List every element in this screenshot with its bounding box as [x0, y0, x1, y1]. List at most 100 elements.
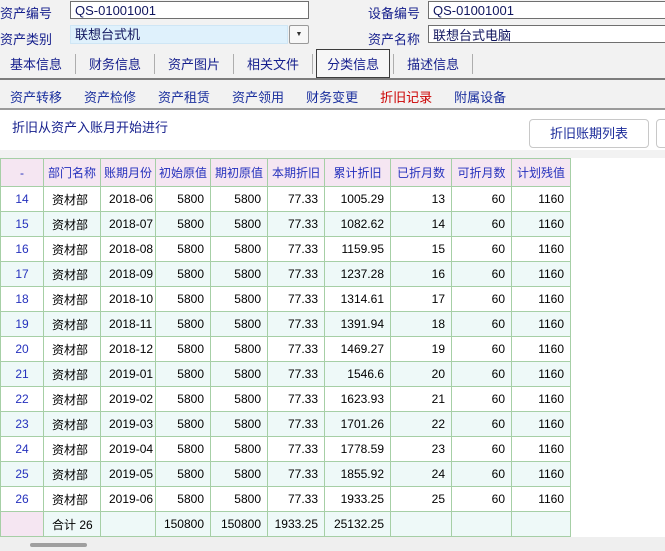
table-cell[interactable]: 77.33 — [268, 212, 325, 237]
table-cell[interactable]: 2018-10 — [101, 287, 156, 312]
table-cell[interactable]: 77.33 — [268, 412, 325, 437]
table-cell[interactable]: 60 — [452, 187, 512, 212]
tab-basic-info[interactable]: 基本信息 — [0, 50, 72, 77]
table-cell[interactable]: 18 — [1, 287, 44, 312]
table-cell[interactable]: 1159.95 — [325, 237, 391, 262]
table-cell[interactable]: 1082.62 — [325, 212, 391, 237]
table-cell[interactable]: 1933.25 — [325, 487, 391, 512]
table-cell[interactable]: 2019-01 — [101, 362, 156, 387]
table-cell[interactable]: 1160 — [512, 312, 571, 337]
table-cell[interactable]: 60 — [452, 337, 512, 362]
subtab-finance-change[interactable]: 财务变更 — [306, 87, 358, 106]
table-cell[interactable]: 1160 — [512, 437, 571, 462]
table-cell[interactable]: 1160 — [512, 487, 571, 512]
table-cell[interactable]: 5800 — [156, 462, 211, 487]
table-cell[interactable]: 24 — [391, 462, 452, 487]
table-cell[interactable]: 1160 — [512, 237, 571, 262]
table-cell[interactable]: 2019-02 — [101, 387, 156, 412]
tab-finance-info[interactable]: 财务信息 — [79, 50, 151, 77]
table-cell[interactable]: 14 — [1, 187, 44, 212]
table-cell[interactable]: 资材部 — [44, 187, 101, 212]
table-cell[interactable]: 26 — [1, 487, 44, 512]
table-cell[interactable]: 1160 — [512, 187, 571, 212]
table-cell[interactable]: 2018-07 — [101, 212, 156, 237]
table-cell[interactable]: 60 — [452, 412, 512, 437]
depreciation-period-list-button[interactable]: 折旧账期列表 — [529, 119, 649, 148]
table-cell[interactable]: 5800 — [211, 287, 268, 312]
table-cell[interactable]: 1160 — [512, 212, 571, 237]
table-cell[interactable]: 60 — [452, 437, 512, 462]
table-cell[interactable]: 5800 — [156, 237, 211, 262]
tab-classification-info[interactable]: 分类信息 — [316, 49, 390, 78]
table-cell[interactable]: 5800 — [211, 362, 268, 387]
subtab-asset-requisition[interactable]: 资产领用 — [232, 87, 284, 106]
table-cell[interactable]: 资材部 — [44, 387, 101, 412]
table-cell[interactable]: 15 — [391, 237, 452, 262]
horizontal-scrollbar[interactable] — [0, 537, 665, 551]
table-cell[interactable]: 22 — [1, 387, 44, 412]
table-cell[interactable]: 5800 — [211, 462, 268, 487]
table-cell[interactable]: 1160 — [512, 287, 571, 312]
table-cell[interactable]: 资材部 — [44, 487, 101, 512]
table-cell[interactable]: 14 — [391, 212, 452, 237]
table-cell[interactable]: 5800 — [156, 212, 211, 237]
table-row[interactable]: 22资材部2019-025800580077.331623.9321601160 — [1, 387, 571, 412]
table-cell[interactable]: 资材部 — [44, 412, 101, 437]
tab-asset-image[interactable]: 资产图片 — [158, 50, 230, 77]
table-cell[interactable]: 5800 — [156, 312, 211, 337]
partial-cutoff-button[interactable]: 重 — [656, 119, 665, 148]
table-cell[interactable]: 1160 — [512, 462, 571, 487]
table-cell[interactable]: 2018-09 — [101, 262, 156, 287]
table-row[interactable]: 21资材部2019-015800580077.331546.620601160 — [1, 362, 571, 387]
table-cell[interactable]: 2019-04 — [101, 437, 156, 462]
table-cell[interactable]: 5800 — [156, 287, 211, 312]
table-cell[interactable]: 2018-06 — [101, 187, 156, 212]
table-cell[interactable]: 77.33 — [268, 437, 325, 462]
table-cell[interactable]: 20 — [391, 362, 452, 387]
table-cell[interactable]: 资材部 — [44, 337, 101, 362]
table-cell[interactable]: 19 — [1, 312, 44, 337]
table-cell[interactable]: 77.33 — [268, 462, 325, 487]
table-cell[interactable]: 77.33 — [268, 287, 325, 312]
scrollbar-thumb[interactable] — [30, 543, 87, 547]
table-cell[interactable]: 77.33 — [268, 187, 325, 212]
table-cell[interactable]: 60 — [452, 237, 512, 262]
table-row[interactable]: 17资材部2018-095800580077.331237.2816601160 — [1, 262, 571, 287]
table-cell[interactable]: 5800 — [156, 337, 211, 362]
table-cell[interactable]: 1005.29 — [325, 187, 391, 212]
table-cell[interactable]: 1237.28 — [325, 262, 391, 287]
table-cell[interactable]: 77.33 — [268, 262, 325, 287]
table-row[interactable]: 26资材部2019-065800580077.331933.2525601160 — [1, 487, 571, 512]
table-cell[interactable]: 1160 — [512, 362, 571, 387]
subtab-asset-lease[interactable]: 资产租赁 — [158, 87, 210, 106]
table-cell[interactable]: 13 — [391, 187, 452, 212]
table-cell[interactable]: 25 — [391, 487, 452, 512]
table-cell[interactable]: 60 — [452, 487, 512, 512]
table-cell[interactable]: 5800 — [156, 412, 211, 437]
table-cell[interactable]: 5800 — [156, 262, 211, 287]
table-cell[interactable]: 1623.93 — [325, 387, 391, 412]
table-row[interactable]: 15资材部2018-075800580077.331082.6214601160 — [1, 212, 571, 237]
table-cell[interactable]: 2018-11 — [101, 312, 156, 337]
asset-category-dropdown-button[interactable]: ▼ — [289, 25, 309, 44]
table-cell[interactable]: 77.33 — [268, 362, 325, 387]
table-cell[interactable]: 5800 — [211, 487, 268, 512]
subtab-attached-equipment[interactable]: 附属设备 — [454, 87, 506, 106]
table-cell[interactable]: 资材部 — [44, 362, 101, 387]
subtab-asset-transfer[interactable]: 资产转移 — [10, 87, 62, 106]
table-cell[interactable]: 资材部 — [44, 462, 101, 487]
table-cell[interactable]: 资材部 — [44, 287, 101, 312]
table-cell[interactable]: 20 — [1, 337, 44, 362]
table-cell[interactable]: 17 — [1, 262, 44, 287]
table-cell[interactable]: 16 — [391, 262, 452, 287]
table-cell[interactable]: 5800 — [156, 437, 211, 462]
table-cell[interactable]: 2018-08 — [101, 237, 156, 262]
subtab-asset-overhaul[interactable]: 资产检修 — [84, 87, 136, 106]
table-cell[interactable]: 2018-12 — [101, 337, 156, 362]
table-row[interactable]: 16资材部2018-085800580077.331159.9515601160 — [1, 237, 571, 262]
table-cell[interactable]: 77.33 — [268, 337, 325, 362]
table-cell[interactable]: 77.33 — [268, 237, 325, 262]
table-cell[interactable]: 5800 — [211, 412, 268, 437]
table-cell[interactable]: 1701.26 — [325, 412, 391, 437]
table-cell[interactable]: 5800 — [156, 487, 211, 512]
